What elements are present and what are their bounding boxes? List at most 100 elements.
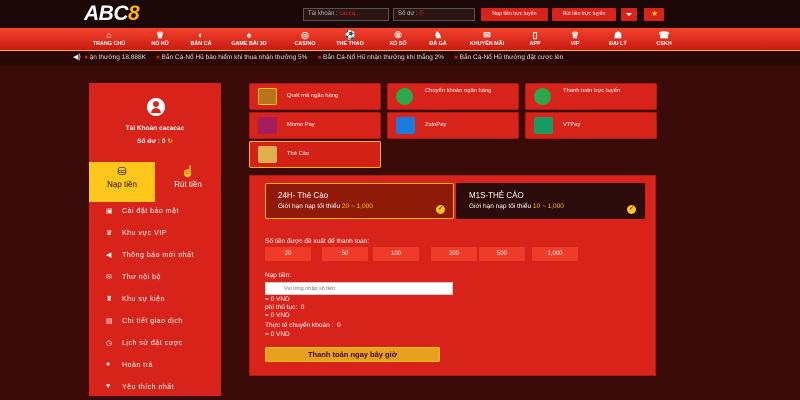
marquee-item: Bắn Cá-Nổ Hũ bảo hiểm khi thua nhận thưở… xyxy=(156,54,308,61)
payment-method[interactable]: Thẻ Cào xyxy=(249,141,381,168)
amount-chip[interactable]: 20 xyxy=(265,247,311,261)
nav-item-label: BẮN CÁ xyxy=(190,41,212,47)
card-limit-value: 20 ~ 1,000 xyxy=(341,203,373,210)
sidebar-menu-item[interactable]: ◀ Thông báo mới nhất xyxy=(89,246,221,268)
nav-item[interactable]: ♞ ĐÁ GÀ xyxy=(413,29,463,47)
pay-now-button[interactable]: Thanh toán ngay bây giờ xyxy=(265,347,440,362)
scratch-card-icon xyxy=(258,146,277,163)
sidebar-menu-label: Cài đặt bảo mật xyxy=(122,208,179,215)
amount-chip[interactable]: 500 xyxy=(479,247,525,261)
payment-method-label: Chuyển khoản ngân hàng xyxy=(425,88,492,94)
payment-method[interactable]: Chuyển khoản ngân hàng xyxy=(387,83,519,110)
payment-method-label: Momo Pay xyxy=(287,122,315,128)
tab-deposit[interactable]: ⛁ Nạp tiền xyxy=(89,162,155,202)
fee-value: 0 xyxy=(300,304,305,311)
sidebar-balance-label: Số dư : xyxy=(137,138,160,145)
nav-item[interactable]: ⌂ TRANG CHỦ xyxy=(84,29,134,47)
marquee-item: Bắn Cá-Nổ Hũ thưởng đặt cược lên xyxy=(454,54,563,61)
withdraw-icon: ☝ xyxy=(181,166,195,178)
crown-icon: ♛ xyxy=(106,230,113,237)
history-icon: ◷ xyxy=(106,340,113,347)
card-option-m1s[interactable]: M1S-THẺ CÀO Giới hạn nạp tối thiểu 10 ~ … xyxy=(456,183,645,219)
sidebar-menu-label: Khu vực VIP xyxy=(122,230,167,237)
logo-suffix: 8 xyxy=(128,2,140,25)
sidebar-menu-item[interactable]: ✉ Thư nội bộ xyxy=(89,268,221,290)
sidebar-menu-label: Thư nội bộ xyxy=(122,274,161,281)
withdraw-online-button[interactable]: Rút tiền trực tuyến xyxy=(552,8,616,21)
deposit-panel: 24H- Thẻ Cào Giới hạn nạp tối thiểu 20 ~… xyxy=(249,175,656,376)
sidebar-menu-item[interactable]: ▣ Cài đặt bảo mật xyxy=(89,202,221,224)
actual-converted: = 0 VND xyxy=(265,331,290,338)
tab-withdraw[interactable]: ☝ Rút tiền xyxy=(155,162,221,202)
account-name: Tài Khoản cacacac xyxy=(125,125,185,132)
marquee-item: Bắn Cá-Nổ Hũ nhận thưởng khi thắng 2% xyxy=(317,54,444,61)
sidebar-balance: Số dư : 0 ↻ xyxy=(89,137,221,145)
vietnam-flag-icon[interactable] xyxy=(644,8,664,21)
trophy-icon: ♜ xyxy=(106,296,113,303)
tab-withdraw-label: Rút tiền xyxy=(174,180,202,189)
nav-item[interactable]: ◐ BẮN CÁ xyxy=(176,29,226,47)
nav-item[interactable]: ✉ KHUYẾN MÃI xyxy=(462,29,512,47)
payment-method-label: VTPay xyxy=(563,122,581,128)
nav-item[interactable]: ☗ ĐẠI LÝ xyxy=(593,29,643,47)
card-option-name: M1S-THẺ CÀO xyxy=(469,191,524,200)
sidebar-menu-item[interactable]: ♥ Yêu thích nhất xyxy=(89,378,221,396)
nav-item-label: XỔ SỐ xyxy=(389,41,407,47)
payment-method[interactable]: VTPay xyxy=(525,112,657,139)
payment-method[interactable]: Thanh toán trực tuyến xyxy=(525,83,657,110)
payment-method[interactable]: Momo Pay xyxy=(249,112,381,139)
card-option-name: 24H- Thẻ Cào xyxy=(278,191,329,200)
actual-label: Thực tế chuyển khoản : xyxy=(265,322,334,329)
check-icon: ✓ xyxy=(627,205,636,214)
qr-code-icon xyxy=(258,88,277,105)
nav-item[interactable]: ⚽ THỂ THAO xyxy=(325,29,375,47)
sidebar-menu-item[interactable]: ● Hoàn trả xyxy=(89,356,221,378)
amount-chip[interactable]: 1,000 xyxy=(532,247,578,261)
balance-value: 0 xyxy=(419,11,423,17)
amount-chip[interactable]: 100 xyxy=(373,247,419,261)
card-option-24h[interactable]: 24H- Thẻ Cào Giới hạn nạp tối thiểu 20 ~… xyxy=(265,183,454,219)
card-limit-label: Giới hạn nạp tối thiểu xyxy=(469,203,532,210)
nav-item-label: TRANG CHỦ xyxy=(92,41,126,47)
nav-item-label: ĐẠI LÝ xyxy=(609,41,627,47)
payment-method[interactable]: Quét mã ngân hàng xyxy=(249,83,381,110)
nav-item-label: NỔ HŨ xyxy=(151,41,169,47)
refresh-icon[interactable]: ↻ xyxy=(167,138,172,145)
sidebar-menu-label: Chi tiết giao dịch xyxy=(122,318,183,325)
globe-bank-icon xyxy=(396,88,413,105)
deposit-amount-input[interactable] xyxy=(265,282,453,295)
payment-method[interactable]: ZaloPay xyxy=(387,112,519,139)
heart-icon: ♥ xyxy=(106,383,111,390)
fee-line: phí thủ tục: 0 xyxy=(265,304,304,311)
sidebar-menu-item[interactable]: ♛ Khu vực VIP xyxy=(89,224,221,246)
deposit-online-button[interactable]: Nạp tiền trực tuyến xyxy=(481,8,548,21)
sidebar-menu-item[interactable]: ◷ Lịch sử đặt cược xyxy=(89,334,221,356)
announcement-marquee: ◀) ận thưởng 18.888K Bắn Cá-Nổ Hũ bảo hiể… xyxy=(0,51,800,65)
sidebar-menu-item[interactable]: ▤ Chi tiết giao dịch xyxy=(89,312,221,334)
slot-icon: ♛ xyxy=(155,30,165,40)
balance-label: Số dư : xyxy=(398,11,418,17)
sidebar-menu-label: Thông báo mới nhất xyxy=(122,252,194,259)
nav-item-label: CSKH xyxy=(656,41,672,47)
nav-item[interactable]: ◎ CASINO xyxy=(280,29,330,47)
payment-method-label: Thẻ Cào xyxy=(287,151,310,157)
home-icon: ⌂ xyxy=(106,30,112,40)
account-field[interactable]: Tài khoản : cacca... xyxy=(303,8,389,21)
nav-item[interactable]: ☎ CSKH xyxy=(639,29,689,47)
chevron-down-icon[interactable] xyxy=(621,8,637,21)
amount-chip[interactable]: 50 xyxy=(322,247,368,261)
nav-item[interactable]: ♠ GAME BÀI 3D xyxy=(224,29,274,47)
payment-method-label: Quét mã ngân hàng xyxy=(287,93,339,99)
avatar-icon xyxy=(147,98,165,116)
logo[interactable]: ABC8 xyxy=(84,2,140,26)
nav-item-label: VIP xyxy=(570,41,580,47)
vip-icon: ♕ xyxy=(570,30,580,40)
speaker-icon: ◀) xyxy=(73,54,81,61)
nav-item-label: GAME BÀI 3D xyxy=(231,41,267,47)
sidebar-menu-item[interactable]: ♜ Khu sự kiện xyxy=(89,290,221,312)
top-bar: ABC8 Tài khoản : cacca... Số dư : 0 Nạp … xyxy=(0,0,800,28)
amount-chip[interactable]: 200 xyxy=(431,247,477,261)
megaphone-icon: ◀ xyxy=(106,252,112,259)
payment-method-label: ZaloPay xyxy=(425,122,447,128)
promo-icon: ✉ xyxy=(483,30,491,40)
